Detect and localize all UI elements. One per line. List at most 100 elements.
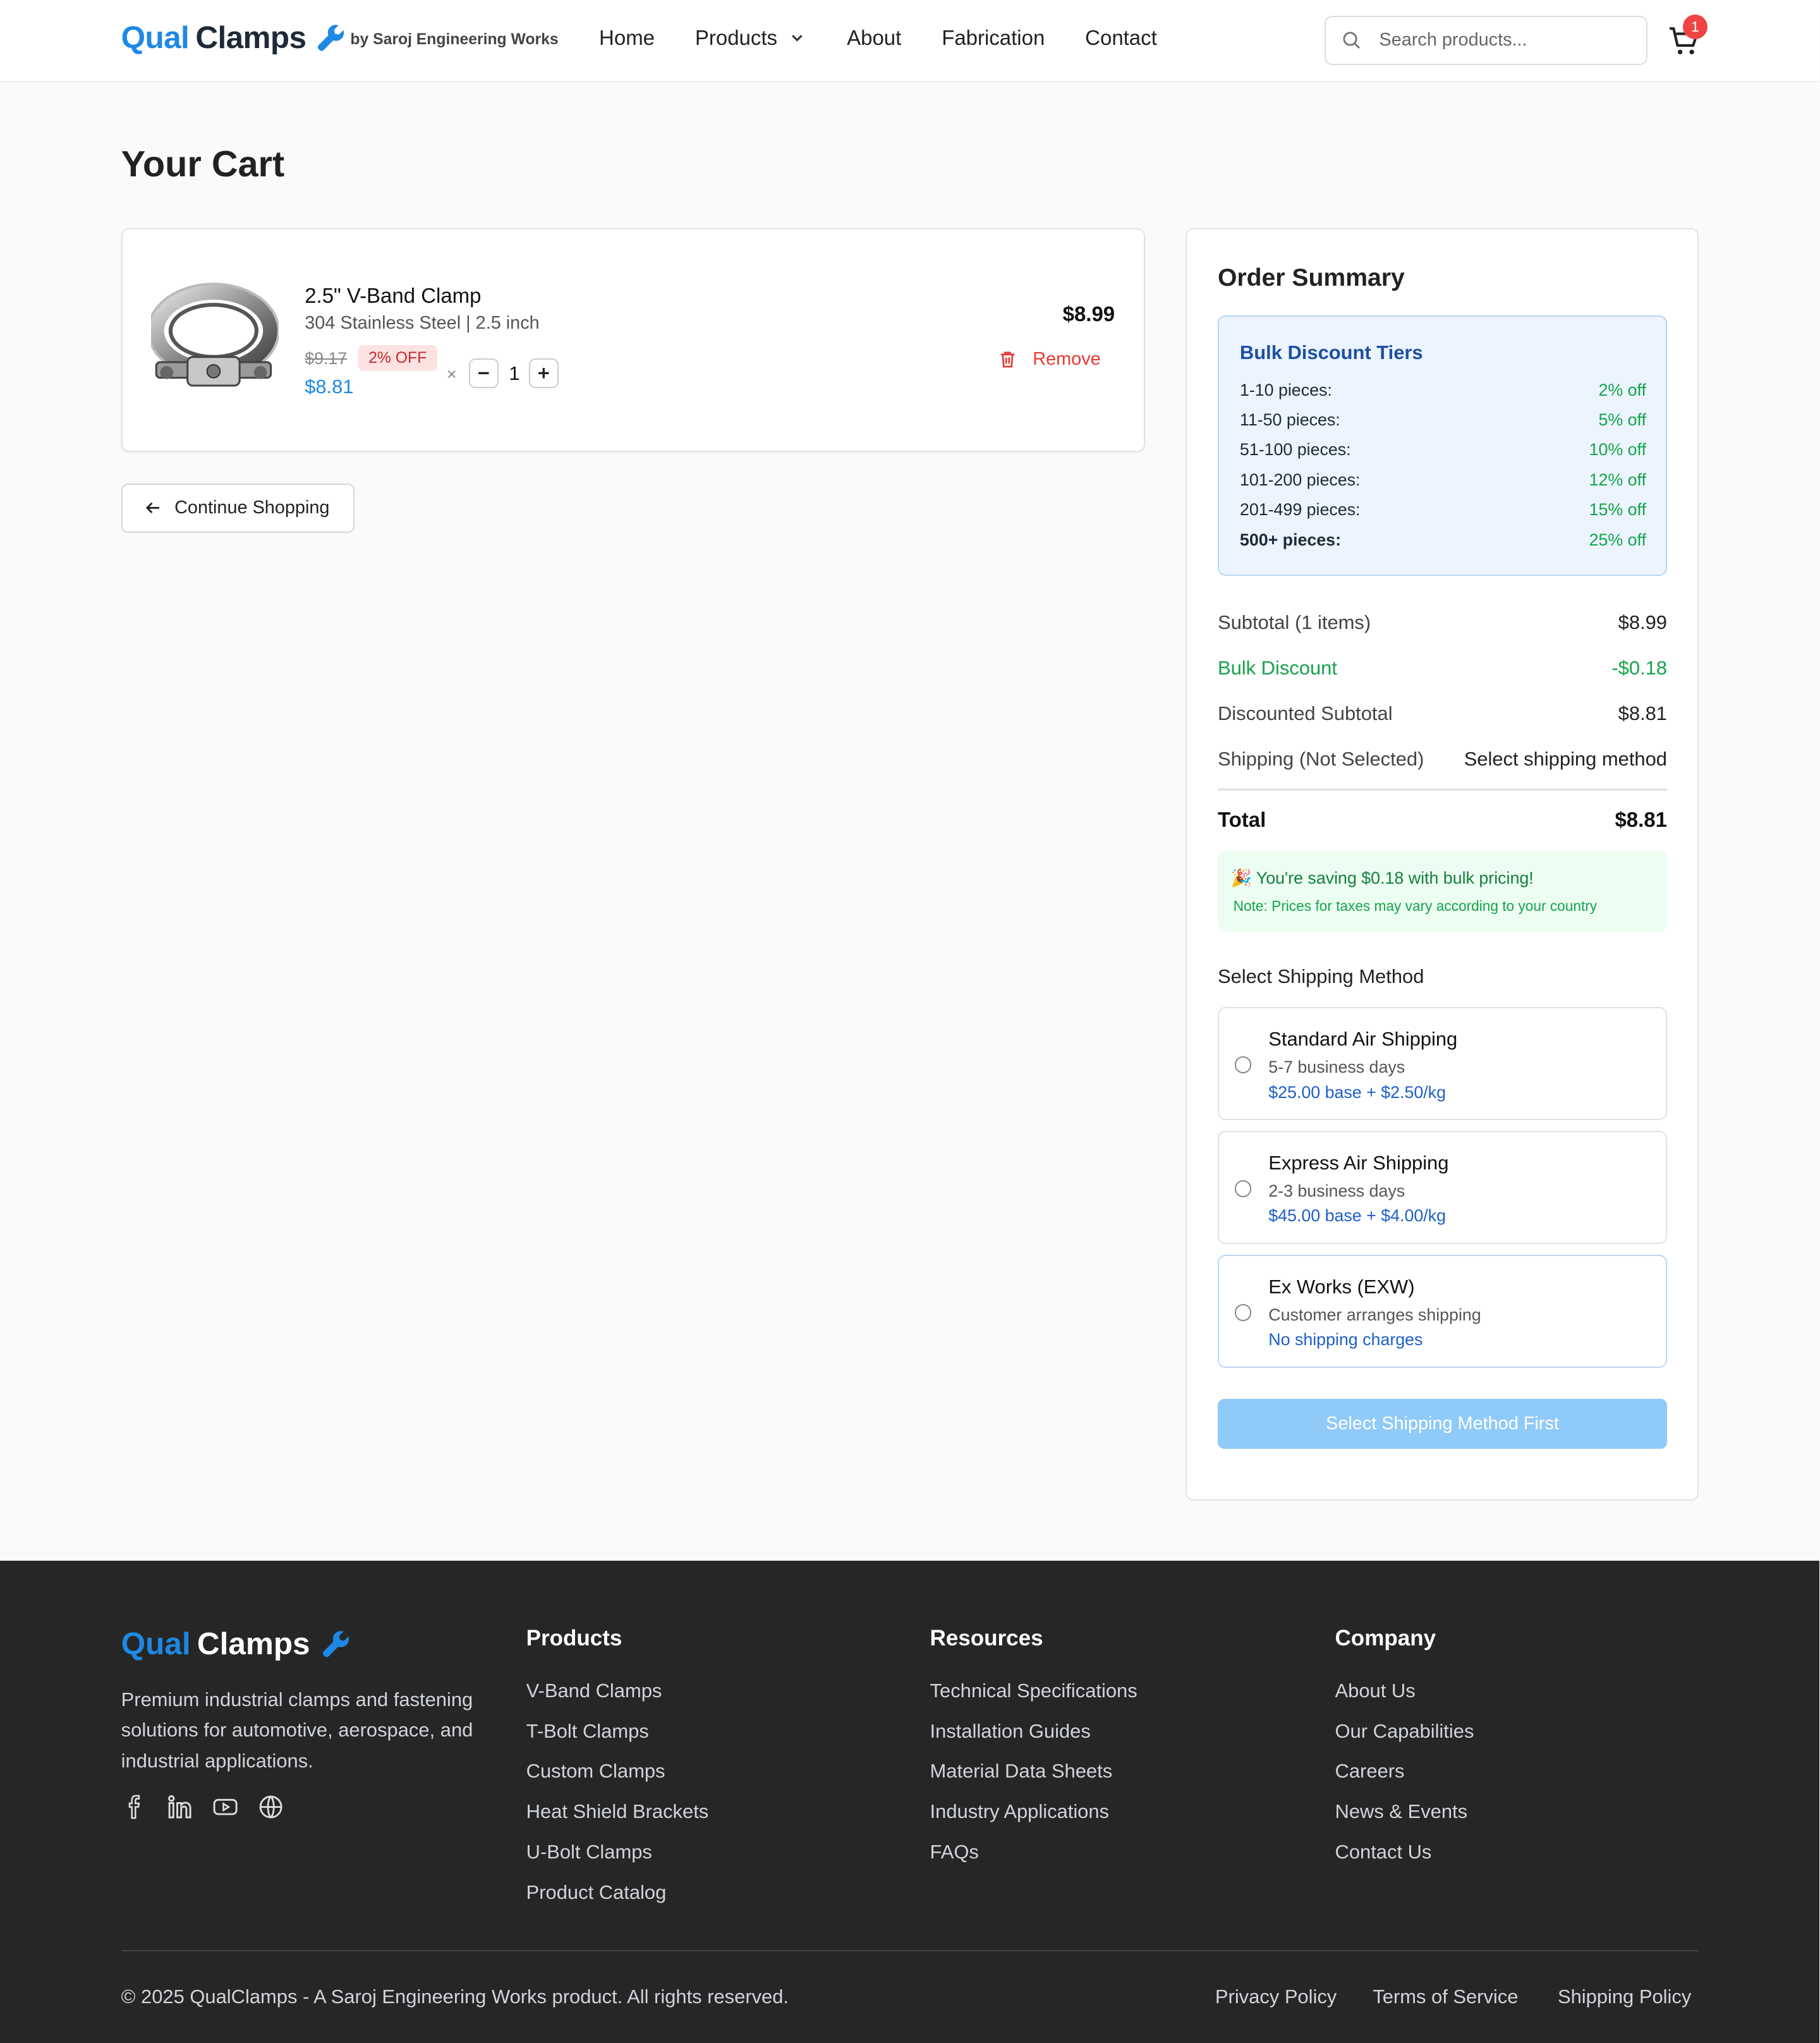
total-value: $8.81 [1615, 807, 1667, 831]
bulk-discount-label: Bulk Discount [1217, 656, 1337, 679]
checkout-button[interactable]: Select Shipping Method First [1217, 1399, 1667, 1449]
shipping-option-standard[interactable]: Standard Air Shipping 5-7 business days … [1217, 1007, 1667, 1121]
footer-link[interactable]: Our Capabilities [1335, 1720, 1474, 1743]
nav-home[interactable]: Home [599, 26, 655, 50]
footer-link[interactable]: Material Data Sheets [930, 1760, 1113, 1783]
continue-shopping-button[interactable]: Continue Shopping [121, 483, 355, 533]
footer-link[interactable]: V-Band Clamps [526, 1680, 662, 1702]
privacy-policy-link[interactable]: Privacy Policy [1215, 1985, 1337, 2008]
shipping-option-price: No shipping charges [1268, 1330, 1423, 1350]
terms-of-service-link[interactable]: Terms of Service [1373, 1985, 1518, 2008]
footer-link[interactable]: Custom Clamps [526, 1760, 665, 1783]
v-band-clamp-image [151, 283, 279, 387]
footer-logo[interactable]: Qual Clamps [121, 1626, 352, 1662]
remove-button[interactable]: Remove [998, 349, 1101, 370]
search-icon [1343, 32, 1360, 49]
tier-row: 1-10 pieces: 2% off [1240, 381, 1646, 400]
linkedin-icon[interactable] [167, 1794, 193, 1820]
footer-link[interactable]: T-Bolt Clamps [526, 1720, 649, 1743]
shipping-option-name: Express Air Shipping [1268, 1151, 1449, 1174]
site-logo[interactable]: Qual Clamps [121, 20, 347, 56]
footer-link[interactable]: Contact Us [1335, 1841, 1432, 1863]
shipping-option-days: Customer arranges shipping [1268, 1305, 1481, 1324]
shipping-policy-link[interactable]: Shipping Policy [1558, 1985, 1691, 2008]
nav-fabrication[interactable]: Fabrication [942, 26, 1045, 50]
site-header: Qual Clamps by Saroj Engineering Works H… [0, 0, 1820, 82]
footer-company-title: Company [1335, 1626, 1436, 1651]
discounted-subtotal-row: Discounted Subtotal $8.81 [1218, 702, 1667, 725]
chevron-down-icon [792, 34, 803, 42]
total-label: Total [1217, 807, 1266, 831]
nav-about[interactable]: About [847, 26, 901, 50]
savings-text: 🎉 You're saving $0.18 with bulk pricing! [1230, 868, 1534, 887]
item-original-price: $9.17 [305, 349, 348, 369]
remove-label: Remove [1033, 349, 1101, 370]
subtotal-label: Subtotal (1 items) [1217, 611, 1371, 633]
copyright: © 2025 QualClamps - A Saroj Engineering … [121, 1985, 789, 2008]
footer-products-column: Products V-Band Clamps T-Bolt Clamps Cus… [526, 1626, 709, 1903]
footer-link[interactable]: Technical Specifications [930, 1680, 1138, 1702]
logo-clamps: Clamps [195, 20, 306, 55]
footer-link[interactable]: News & Events [1335, 1800, 1468, 1823]
shipping-value: Select shipping method [1464, 747, 1667, 770]
tax-note: Note: Prices for taxes may vary accordin… [1233, 897, 1598, 914]
wrench-icon [322, 1631, 349, 1657]
quantity-decrease-button[interactable] [468, 358, 499, 389]
footer-link[interactable]: Installation Guides [930, 1720, 1091, 1743]
search-box [1325, 15, 1648, 66]
byline: by Saroj Engineering Works [350, 31, 559, 49]
footer-link[interactable]: About Us [1335, 1680, 1416, 1702]
tier-discount: 12% off [1589, 470, 1646, 489]
continue-shopping-label: Continue Shopping [174, 497, 330, 518]
footer-description: Premium industrial clamps and fastening … [121, 1688, 473, 1772]
globe-icon[interactable] [258, 1794, 284, 1820]
facebook-icon[interactable] [121, 1794, 147, 1820]
tier-row: 51-100 pieces: 10% off [1240, 440, 1646, 460]
tier-row: 201-499 pieces: 15% off [1240, 500, 1646, 520]
footer-link[interactable]: Careers [1335, 1760, 1405, 1783]
item-line-total: $8.99 [1062, 302, 1115, 326]
shipping-radio[interactable] [1234, 1303, 1252, 1321]
main-nav: Home Products About Fabrication Contact [599, 26, 1157, 50]
tier-range: 51-100 pieces: [1239, 440, 1351, 460]
wrench-icon [317, 25, 344, 51]
shipping-option-express[interactable]: Express Air Shipping 2-3 business days $… [1217, 1130, 1667, 1245]
subtotal-value: $8.99 [1618, 611, 1667, 633]
footer-link[interactable]: Heat Shield Brackets [526, 1800, 709, 1823]
quantity-value: 1 [509, 362, 520, 384]
youtube-icon[interactable] [212, 1794, 238, 1820]
summary-divider [1217, 788, 1667, 791]
footer-company-column: Company About Us Our Capabilities Career… [1335, 1626, 1474, 1863]
footer-logo-clamps: Clamps [197, 1626, 310, 1662]
shipping-radio[interactable] [1234, 1180, 1252, 1197]
item-name[interactable]: 2.5" V-Band Clamp [305, 284, 481, 308]
site-footer: Qual Clamps Premium industrial clamps an… [0, 1561, 1820, 2043]
shipping-radio[interactable] [1234, 1056, 1252, 1074]
quantity-increase-button[interactable] [528, 358, 559, 389]
minus-icon [478, 372, 489, 375]
shipping-option-exw[interactable]: Ex Works (EXW) Customer arranges shippin… [1217, 1254, 1667, 1368]
footer-link[interactable]: Industry Applications [930, 1800, 1109, 1823]
cart-count-badge: 1 [1682, 14, 1708, 39]
search-input[interactable] [1376, 28, 1624, 52]
tiers-title: Bulk Discount Tiers [1239, 341, 1423, 363]
bulk-discount-row: Bulk Discount -$0.18 [1218, 657, 1667, 680]
cart-item: 2.5" V-Band Clamp 304 Stainless Steel | … [121, 228, 1145, 453]
footer-link[interactable]: U-Bolt Clamps [526, 1841, 652, 1863]
nav-products[interactable]: Products [695, 26, 805, 50]
footer-resources-column: Resources Technical Specifications Insta… [930, 1626, 1138, 1863]
tier-row: 500+ pieces: 25% off [1240, 530, 1646, 550]
footer-link[interactable]: Product Catalog [526, 1881, 667, 1904]
footer-link[interactable]: FAQs [930, 1841, 979, 1863]
bulk-discount-value: -$0.18 [1611, 656, 1667, 679]
shipping-option-price: $25.00 base + $2.50/kg [1268, 1082, 1446, 1102]
nav-contact[interactable]: Contact [1085, 26, 1157, 50]
shipping-option-price: $45.00 base + $4.00/kg [1268, 1206, 1446, 1226]
arrow-left-icon [145, 503, 159, 514]
footer-logo-qual: Qual [121, 1626, 191, 1662]
footer-divider [121, 1950, 1699, 1952]
tier-range: 1-10 pieces: [1239, 380, 1332, 399]
tier-row: 11-50 pieces: 5% off [1240, 410, 1646, 430]
shipping-option-name: Ex Works (EXW) [1268, 1275, 1415, 1298]
logo-qual: Qual [121, 20, 190, 55]
